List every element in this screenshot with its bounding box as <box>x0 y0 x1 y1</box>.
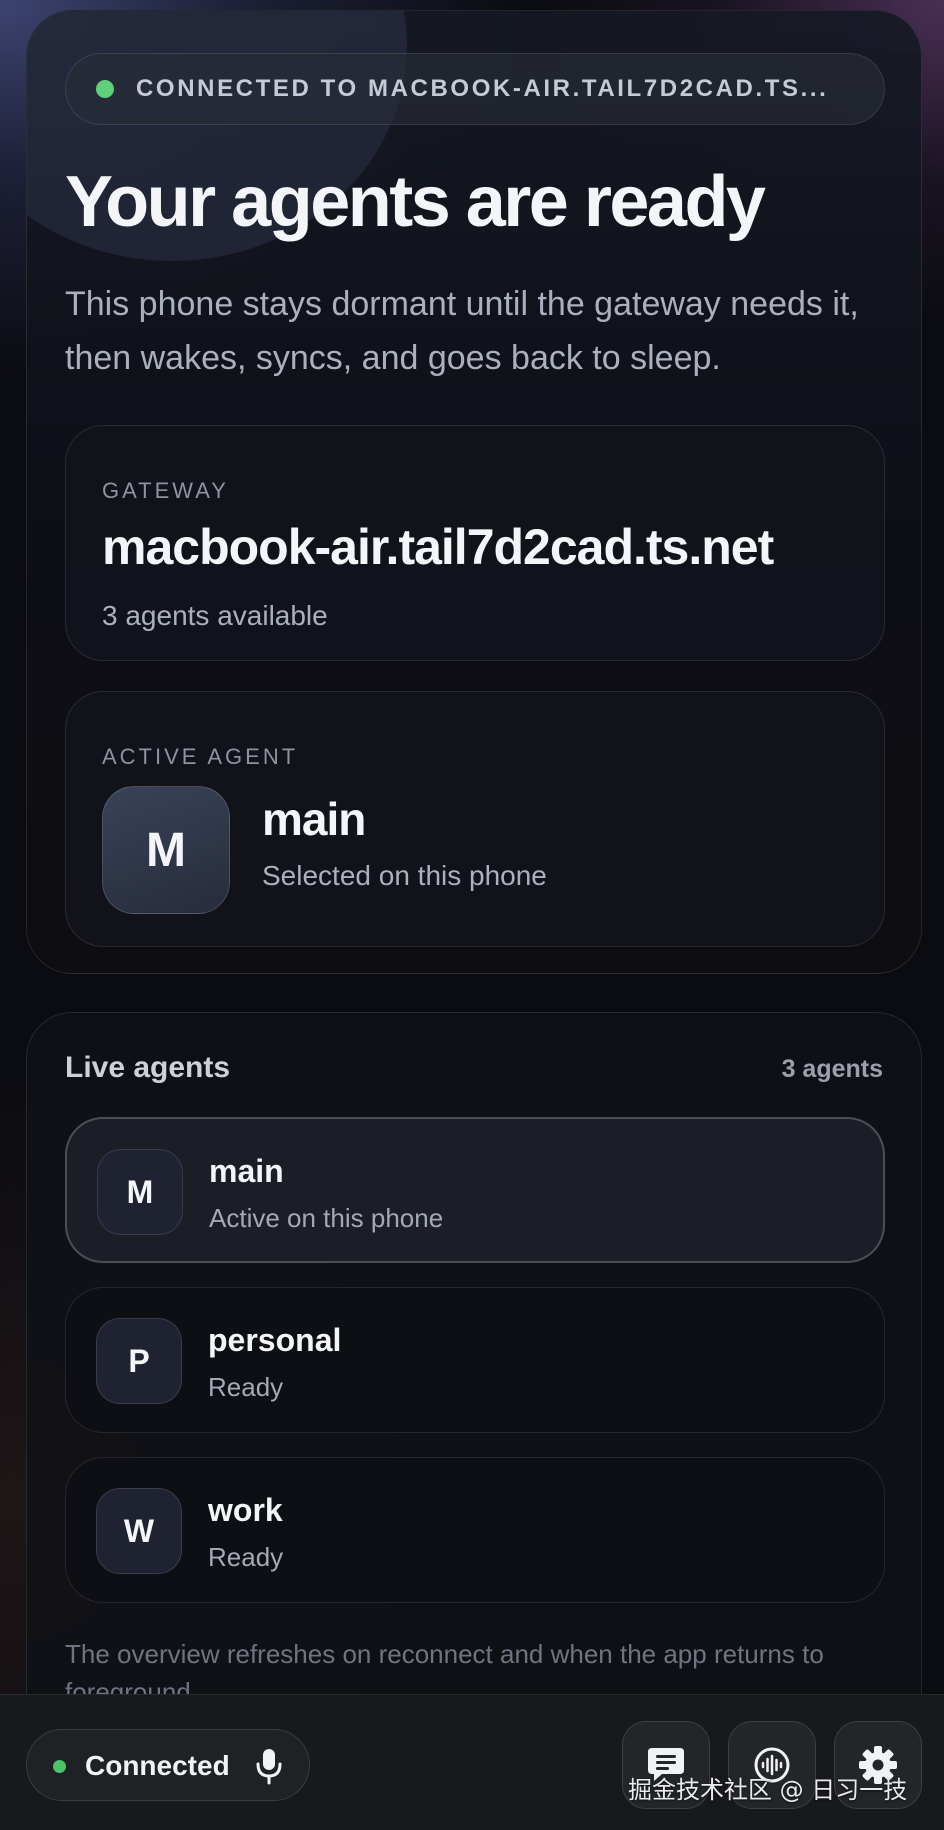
agent-row-personal[interactable]: P personal Ready <box>65 1287 885 1433</box>
page-subtitle: This phone stays dormant until the gatew… <box>65 285 859 377</box>
agent-name: main <box>209 1153 284 1189</box>
agent-name: work <box>208 1492 283 1528</box>
agent-status: Ready <box>208 1372 284 1402</box>
hero-card: CONNECTED TO MACBOOK-AIR.TAIL7D2CAD.TS..… <box>26 10 922 974</box>
gateway-agent-count: 3 agents available <box>102 600 328 631</box>
live-agents-count: 3 agents <box>781 1055 883 1083</box>
agent-status: Active on this phone <box>209 1203 444 1233</box>
live-agents-title: Live agents <box>65 1051 231 1084</box>
gateway-host: macbook-air.tail7d2cad.ts.net <box>102 519 774 575</box>
active-agent-avatar: M <box>102 786 230 914</box>
microphone-icon[interactable] <box>255 1747 283 1785</box>
active-agent-label: ACTIVE AGENT <box>102 744 299 769</box>
agent-row-main[interactable]: M main Active on this phone <box>65 1117 885 1263</box>
active-agent-subtitle: Selected on this phone <box>262 860 547 891</box>
connection-label: Connected <box>85 1750 230 1781</box>
agent-avatar: P <box>96 1318 182 1404</box>
agent-row-work[interactable]: W work Ready <box>65 1457 885 1603</box>
connection-dot-icon <box>53 1760 66 1773</box>
connection-pill[interactable]: Connected <box>26 1729 310 1801</box>
agent-avatar: M <box>97 1149 183 1235</box>
gateway-label: GATEWAY <box>102 478 229 503</box>
bottom-bar: Connected <box>0 1694 944 1830</box>
gateway-card: GATEWAY macbook-air.tail7d2cad.ts.net 3 … <box>65 425 885 661</box>
watermark: 掘金技术社区 @ 日习一技 <box>628 1776 908 1804</box>
active-agent-name: main <box>262 793 366 845</box>
agent-avatar: W <box>96 1488 182 1574</box>
agent-status: Ready <box>208 1542 284 1572</box>
connection-status-text: CONNECTED TO MACBOOK-AIR.TAIL7D2CAD.TS..… <box>136 75 829 102</box>
agent-name: personal <box>208 1322 342 1358</box>
status-dot-icon <box>96 80 114 98</box>
page-title: Your agents are ready <box>65 162 766 242</box>
connection-status-pill: CONNECTED TO MACBOOK-AIR.TAIL7D2CAD.TS..… <box>65 53 885 125</box>
active-agent-card: ACTIVE AGENT M main Selected on this pho… <box>65 691 885 947</box>
